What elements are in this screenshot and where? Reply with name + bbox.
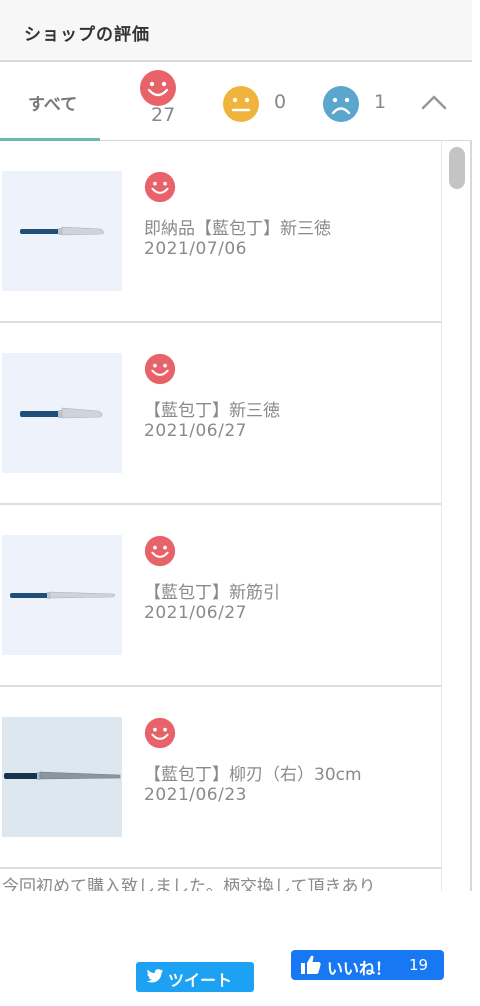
section-title: ショップの評価 (24, 25, 150, 45)
tweet-button[interactable]: ツイート (136, 962, 254, 992)
product-thumbnail[interactable] (2, 171, 122, 291)
chevron-up-icon (418, 95, 450, 120)
review-item[interactable]: 即納品【藍包丁】新三徳 2021/07/06 (0, 141, 441, 323)
tab-good[interactable]: 27 (136, 64, 196, 140)
tab-neutral[interactable]: 0 (222, 64, 302, 140)
bad-count: 1 (374, 91, 387, 113)
rating-filter-tabs: すべて 27 0 1 (0, 64, 472, 141)
collapse-button[interactable] (418, 88, 450, 116)
smile-face-icon (144, 717, 176, 753)
review-date: 2021/06/23 (144, 785, 247, 805)
facebook-like-button[interactable]: いいね！ 19 (291, 950, 444, 980)
tab-all-label: すべて (28, 95, 78, 115)
neutral-face-icon (222, 85, 260, 127)
review-list-scroll-area[interactable]: 即納品【藍包丁】新三徳 2021/07/06 【藍包丁】新三徳 2021/06/… (0, 141, 472, 891)
review-comment: 今回初めて購入致しました。柄交換して頂きあり (2, 877, 376, 891)
product-name[interactable]: 【藍包丁】新筋引 (144, 578, 280, 603)
neutral-count: 0 (274, 91, 287, 113)
like-count: 19 (409, 956, 429, 974)
product-thumbnail[interactable] (2, 535, 122, 655)
smile-face-icon (144, 171, 176, 207)
sad-face-icon (322, 85, 360, 127)
like-label: いいね！ (327, 959, 392, 978)
product-thumbnail[interactable] (2, 353, 122, 473)
product-thumbnail[interactable] (2, 717, 122, 837)
twitter-bird-icon (146, 969, 164, 988)
scrollbar-thumb[interactable] (449, 147, 465, 189)
good-count: 27 (151, 104, 176, 126)
tweet-label: ツイート (168, 971, 233, 990)
tab-all[interactable]: すべて (0, 64, 100, 141)
product-name[interactable]: 【藍包丁】新三徳 (144, 396, 280, 421)
review-item[interactable]: 【藍包丁】新筋引 2021/06/27 (0, 505, 441, 687)
tab-bad[interactable]: 1 (320, 64, 400, 140)
review-date: 2021/06/27 (144, 603, 247, 623)
scrollbar[interactable] (441, 141, 470, 891)
review-date: 2021/07/06 (144, 239, 247, 259)
review-item[interactable]: 【藍包丁】柳刃（右）30cm 2021/06/23 (0, 687, 441, 869)
section-header: ショップの評価 (0, 0, 472, 62)
smile-face-icon (144, 535, 176, 571)
review-date: 2021/06/27 (144, 421, 247, 441)
thumbs-up-icon (301, 955, 321, 978)
review-item[interactable]: 【藍包丁】新三徳 2021/06/27 (0, 323, 441, 505)
product-name[interactable]: 即納品【藍包丁】新三徳 (144, 214, 331, 239)
smile-face-icon (144, 353, 176, 389)
review-list: 即納品【藍包丁】新三徳 2021/07/06 【藍包丁】新三徳 2021/06/… (0, 141, 441, 869)
product-name[interactable]: 【藍包丁】柳刃（右）30cm (144, 760, 362, 785)
